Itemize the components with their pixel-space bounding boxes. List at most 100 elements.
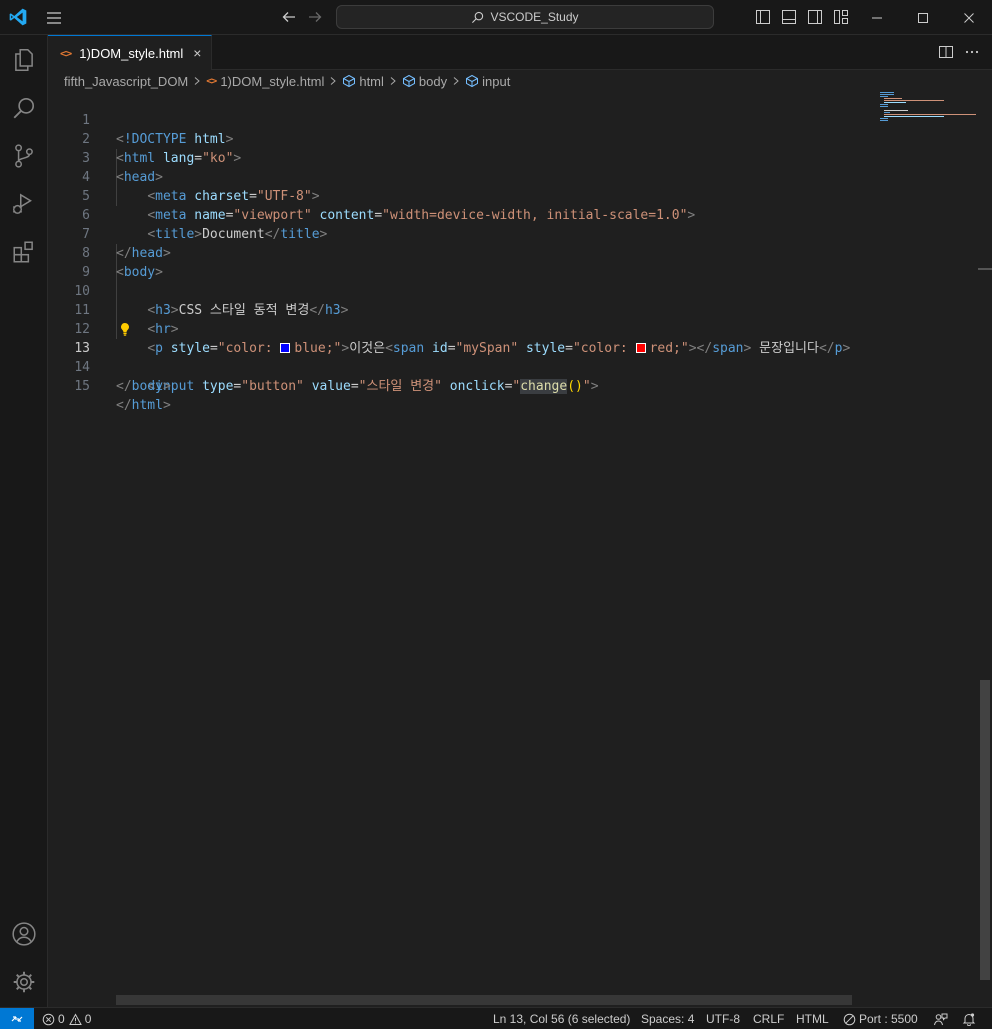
breadcrumb-symbol-html[interactable]: html: [342, 74, 384, 89]
accounts-button[interactable]: [0, 910, 48, 958]
code-editor[interactable]: 1 <!DOCTYPE html> 2 <html lang="ko"> 3 <…: [48, 92, 976, 995]
close-icon: [964, 12, 974, 23]
remote-icon: [11, 1016, 23, 1022]
vscode-logo-icon: [9, 8, 27, 26]
tab-label: 1)DOM_style.html: [79, 45, 184, 61]
encoding[interactable]: UTF-8: [706, 1008, 740, 1029]
html-file-icon: <>: [206, 75, 217, 87]
account-icon: [12, 922, 36, 946]
error-count: 0: [58, 1012, 65, 1026]
search-icon: [472, 11, 484, 23]
warning-count: 0: [84, 1012, 92, 1026]
breadcrumb-symbol-label: html: [359, 73, 384, 89]
breadcrumb-file[interactable]: <> 1)DOM_style.html: [206, 74, 324, 89]
no-entry-icon: [843, 1013, 856, 1025]
breadcrumb-folder[interactable]: fifth_Javascript_DOM: [64, 74, 188, 89]
problems-indicator[interactable]: 0 0: [42, 1008, 91, 1029]
gear-icon: [13, 971, 35, 993]
lightbulb-icon[interactable]: [118, 320, 132, 339]
code-line[interactable]: 2 <html lang="ko">: [48, 111, 868, 166]
html-file-icon: <>: [60, 46, 72, 60]
remote-indicator-button[interactable]: [0, 1008, 34, 1029]
minimize-icon: [872, 17, 882, 18]
breadcrumb: fifth_Javascript_DOM <> 1)DOM_style.html…: [48, 70, 992, 92]
arrow-left-icon[interactable]: [280, 8, 298, 26]
more-actions-icon[interactable]: [964, 44, 980, 60]
chevron-right-icon: [331, 77, 337, 85]
chevron-right-icon: [453, 77, 459, 85]
minimize-button[interactable]: [854, 0, 900, 35]
code-line[interactable]: 12 <p style="color: blue;">이것은<span id="…: [48, 301, 868, 356]
breadcrumb-symbol-label: input: [482, 73, 511, 89]
code-line[interactable]: 4 <meta charset="UTF-8">: [48, 149, 868, 204]
split-editor-icon[interactable]: [938, 44, 954, 60]
bell-icon: [962, 1013, 976, 1026]
files-icon: [15, 48, 33, 72]
vertical-scrollbar-thumb[interactable]: [980, 680, 990, 980]
explorer-button[interactable]: [0, 36, 48, 84]
live-server-port[interactable]: Port : 5500: [843, 1008, 918, 1029]
symbol-field-icon: [402, 74, 415, 88]
command-center-label: VSCODE_Study: [490, 10, 579, 24]
toggle-primary-sidebar-icon[interactable]: [754, 8, 772, 26]
error-icon: [42, 1013, 55, 1025]
cursor-position[interactable]: Ln 13, Col 56 (6 selected): [493, 1008, 630, 1029]
code-line[interactable]: 6 <title>Document</title>: [48, 187, 868, 242]
code-line[interactable]: 1 <!DOCTYPE html>: [48, 92, 868, 147]
code-line[interactable]: 8 <body>: [48, 225, 868, 280]
breadcrumb-symbol-label: body: [418, 73, 448, 89]
code-line[interactable]: 3 <head>: [48, 130, 868, 185]
person-feedback-icon: [934, 1013, 948, 1025]
extensions-button[interactable]: [0, 228, 48, 276]
search-icon: [13, 97, 35, 119]
search-button[interactable]: [0, 84, 48, 132]
command-center-search[interactable]: VSCODE_Study: [336, 5, 714, 29]
source-control-button[interactable]: [0, 132, 48, 180]
breadcrumb-file-label: 1)DOM_style.html: [220, 73, 325, 89]
source-control-icon: [15, 144, 33, 168]
end-of-line[interactable]: CRLF: [753, 1008, 784, 1029]
chevron-right-icon: [390, 77, 396, 85]
port-label: Port : 5500: [859, 1012, 918, 1026]
toggle-panel-icon[interactable]: [780, 8, 798, 26]
code-line[interactable]: 10 <h3>CSS 스타일 동적 변경</h3>: [48, 263, 868, 318]
symbol-field-icon: [343, 74, 356, 88]
overview-ruler-marker: [978, 268, 992, 270]
manage-button[interactable]: [0, 958, 48, 1006]
code-line[interactable]: 5 <meta name="viewport" content="width=d…: [48, 168, 868, 223]
run-debug-button[interactable]: [0, 180, 48, 228]
horizontal-scrollbar[interactable]: [116, 995, 852, 1005]
symbol-field-icon: [466, 74, 479, 88]
activity-bar: [0, 35, 48, 1007]
code-line[interactable]: 7 </head>: [48, 206, 868, 261]
breadcrumb-symbol-body[interactable]: body: [402, 74, 447, 89]
selected-text[interactable]: change: [520, 379, 568, 394]
extensions-icon: [13, 241, 33, 263]
tab-close-icon[interactable]: ×: [193, 45, 201, 61]
customize-layout-icon[interactable]: [832, 8, 850, 26]
chevron-right-icon: [194, 77, 201, 85]
maximize-icon: [918, 12, 928, 23]
tab-dom-style-html[interactable]: <> 1)DOM_style.html ×: [48, 35, 212, 70]
toggle-secondary-sidebar-icon[interactable]: [806, 8, 824, 26]
status-bar: 0 0 Ln 13, Col 56 (6 selected) Spaces: 4…: [0, 1007, 992, 1029]
hamburger-menu-icon[interactable]: [44, 8, 64, 28]
notifications-button[interactable]: [962, 1008, 979, 1029]
editor-tab-bar: <> 1)DOM_style.html ×: [48, 35, 992, 70]
breadcrumb-symbol-input[interactable]: input: [465, 74, 510, 89]
code-line[interactable]: 14 </body>: [48, 339, 868, 394]
close-window-button[interactable]: [946, 0, 992, 35]
language-mode[interactable]: HTML: [796, 1008, 829, 1029]
code-line[interactable]: 11 <hr>: [48, 282, 868, 337]
indentation[interactable]: Spaces: 4: [641, 1008, 694, 1029]
code-line-active[interactable]: 13 <input type="button" value="스타일 변경" o…: [48, 320, 868, 394]
code-line[interactable]: 15 </html>: [48, 358, 868, 413]
title-bar: VSCODE_Study: [0, 0, 992, 35]
maximize-button[interactable]: [900, 0, 946, 35]
arrow-right-icon[interactable]: [306, 8, 324, 26]
line-number: 15: [74, 379, 90, 394]
copilot-button[interactable]: [933, 1008, 951, 1029]
minimap[interactable]: [868, 92, 978, 132]
run-debug-icon: [12, 193, 32, 214]
code-line[interactable]: 9: [48, 244, 868, 280]
